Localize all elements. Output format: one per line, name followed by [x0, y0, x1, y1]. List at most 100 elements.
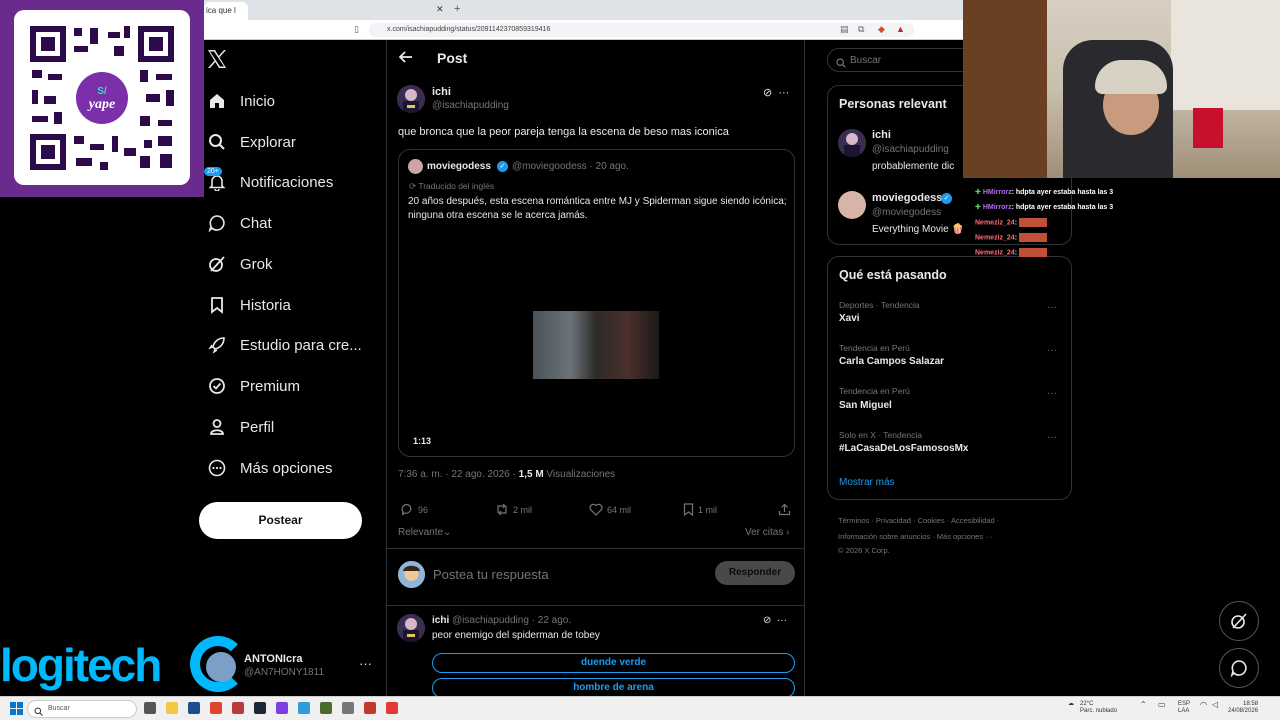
x-logo-icon[interactable] [206, 48, 230, 72]
person-name[interactable]: ichi [872, 129, 891, 141]
grok-fab-button[interactable] [1219, 601, 1259, 641]
nav-item-historia[interactable]: Historia [206, 290, 291, 320]
nav-item-perfil[interactable]: Perfil [206, 412, 274, 442]
webcam-door [963, 0, 1047, 178]
language-indicator[interactable]: ESP LAA [1178, 701, 1190, 715]
video-thumbnail[interactable] [533, 311, 659, 379]
back-arrow-icon[interactable] [398, 50, 413, 67]
more-icon[interactable]: ··· [1047, 432, 1057, 443]
reply-author[interactable]: ichi @isachiapudding · 22 ago. [432, 615, 571, 626]
author-avatar[interactable] [397, 85, 425, 113]
new-tab-icon[interactable]: + [454, 3, 460, 15]
verified-badge-icon: ✓ [941, 193, 952, 204]
close-tab-icon[interactable]: ✕ [436, 4, 444, 15]
app-icon[interactable] [364, 702, 376, 714]
trend-category: Deportes · Tendencia [839, 300, 920, 310]
nav-item-mas-opciones[interactable]: Más opciones [206, 453, 333, 483]
grok-icon[interactable]: ⊘ [763, 87, 772, 99]
bookmark-action[interactable]: 1 mil [683, 503, 717, 516]
person-avatar[interactable] [838, 191, 866, 219]
search-input[interactable]: Buscar [827, 48, 963, 72]
repost-action[interactable]: 2 mil [495, 503, 532, 516]
person-handle: @moviegodess [872, 207, 942, 218]
reply-author-avatar[interactable] [397, 614, 425, 642]
app-icon[interactable] [276, 702, 288, 714]
main-column: Post ichi @isachiapudding ⊘ ··· que bron… [386, 40, 805, 696]
footer-links[interactable]: Términos · Privacidad · Cookies · Accesi… [838, 516, 999, 525]
address-bar[interactable]: x.com/isachiapudding/status/209114237085… [369, 23, 914, 37]
more-icon[interactable]: ··· [1047, 345, 1057, 356]
file-explorer-icon[interactable] [166, 702, 178, 714]
nav-item-explorar[interactable]: Explorar [206, 127, 296, 157]
tray-chevron-icon[interactable]: ⌃ [1140, 701, 1147, 709]
trend-name[interactable]: #LaCasaDeLosFamososMx [839, 443, 969, 454]
more-icon[interactable]: ··· [777, 615, 787, 626]
post-time[interactable]: 7:36 a. m. · 22 ago. 2026 · [398, 469, 519, 480]
nav-item-chat[interactable]: Chat [206, 208, 272, 238]
post-header-actions: ⊘ ··· [763, 86, 789, 99]
more-icon[interactable]: ··· [359, 656, 372, 671]
poll-option[interactable]: hombre de arena [432, 678, 795, 696]
chat-message: Nemeziz_24: [975, 248, 1048, 257]
task-view-icon[interactable] [144, 702, 156, 714]
author-name[interactable]: ichi [432, 86, 451, 98]
nav-item-notificaciones[interactable]: 20+ Notificaciones [204, 167, 333, 197]
more-icon[interactable]: ··· [1047, 302, 1057, 313]
app-icon[interactable] [188, 702, 200, 714]
settings-icon[interactable] [342, 702, 354, 714]
quoted-post[interactable]: moviegodess ✓ @moviegoodess · 20 ago. ⟳ … [398, 149, 795, 457]
share-action[interactable] [778, 503, 791, 516]
view-quotes-link[interactable]: Ver citas › [745, 527, 789, 538]
windows-start-icon[interactable] [10, 702, 23, 720]
brave-icon[interactable] [210, 702, 222, 714]
weather-widget[interactable]: 22°C Parc. nublado [1080, 701, 1117, 715]
messages-fab-button[interactable] [1219, 648, 1259, 688]
trend-name[interactable]: Xavi [839, 313, 860, 324]
account-switcher[interactable]: ANTONIcra @AN7HONY1811 ··· [206, 650, 376, 686]
qr-currency: S/ [97, 86, 107, 97]
nav-item-estudio[interactable]: Estudio para cre... [206, 330, 362, 360]
show-more-link[interactable]: Mostrar más [839, 477, 895, 488]
like-action[interactable]: 64 mil [589, 503, 631, 516]
app-icon[interactable] [320, 702, 332, 714]
reply-button[interactable]: Responder [715, 561, 795, 585]
nav-label: Chat [240, 214, 272, 232]
reader-icon[interactable]: ▤ [840, 24, 849, 35]
brave-shield-icon[interactable]: ◆ [878, 24, 885, 35]
volume-icon[interactable]: ◁ [1212, 701, 1218, 709]
reply-input[interactable]: Postea tu respuesta [433, 567, 549, 582]
wifi-icon[interactable]: ◠ [1200, 701, 1207, 709]
steam-icon[interactable] [254, 702, 266, 714]
trend-name[interactable]: San Miguel [839, 400, 892, 411]
grok-icon[interactable]: ⊘ [763, 615, 771, 626]
person-name[interactable]: moviegodess [872, 192, 942, 204]
repost-count: 2 mil [513, 504, 533, 515]
person-avatar[interactable] [838, 129, 866, 157]
recording-icon[interactable] [386, 702, 398, 714]
app-icon[interactable] [298, 702, 310, 714]
more-icon[interactable]: ··· [1047, 388, 1057, 399]
rewards-icon[interactable]: ▲ [896, 24, 905, 34]
quote-text: 20 años después, esta escena romántica e… [408, 196, 787, 221]
nav-item-grok[interactable]: Grok [206, 249, 273, 279]
more-icon[interactable]: ··· [778, 87, 789, 99]
address-text: x.com/isachiapudding/status/209114237085… [387, 26, 551, 33]
clock[interactable]: 18:58 24/08/2026 [1228, 701, 1258, 715]
author-handle[interactable]: @isachiapudding [432, 100, 509, 111]
chat-text: : [1014, 234, 1018, 242]
browser-tab[interactable]: ica que l [204, 2, 248, 20]
sort-dropdown[interactable]: Relevante⌄ [398, 527, 451, 538]
weather-icon[interactable]: ☁ [1068, 701, 1074, 708]
nav-item-inicio[interactable]: Inicio [206, 86, 275, 116]
taskbar-search-input[interactable]: Buscar [27, 700, 137, 718]
share-icon[interactable]: ⧉ [858, 24, 864, 35]
footer-links[interactable]: Información sobre anuncios · Más opcione… [838, 532, 993, 541]
poll-option[interactable]: duende verde [432, 653, 795, 673]
nav-item-premium[interactable]: Premium [206, 371, 300, 401]
trend-name[interactable]: Carla Campos Salazar [839, 356, 944, 367]
network-icon[interactable]: ▭ [1158, 701, 1166, 709]
bookmark-star-icon[interactable]: ▯ [354, 24, 359, 35]
app-icon[interactable] [232, 702, 244, 714]
reply-action[interactable]: 96 [401, 503, 428, 516]
post-button[interactable]: Postear [199, 502, 362, 539]
